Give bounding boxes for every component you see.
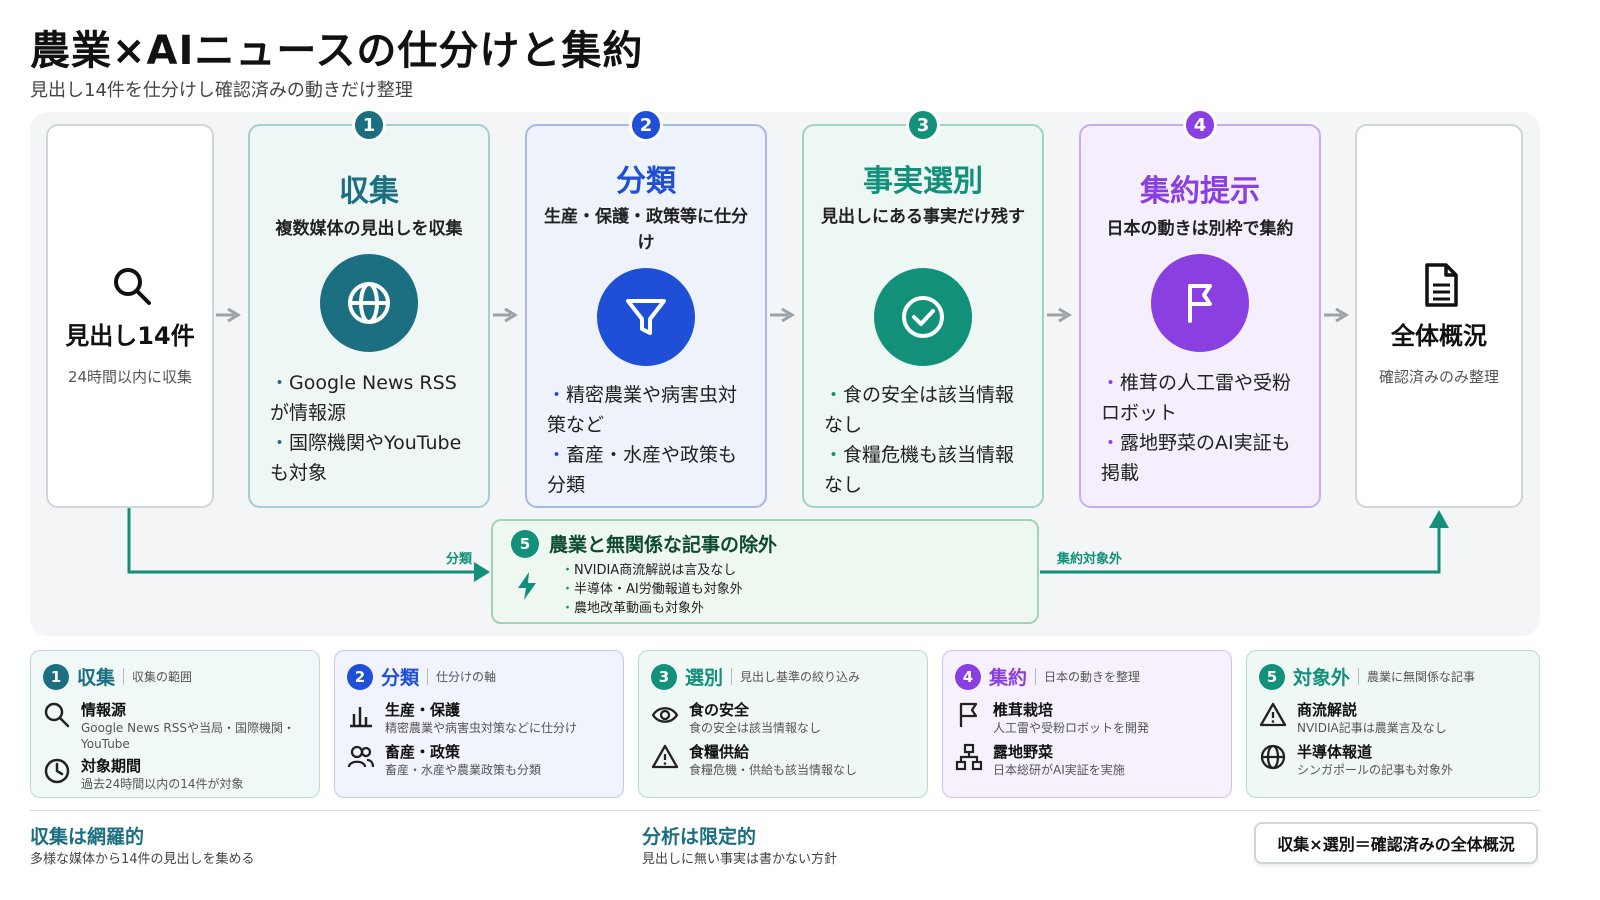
legend-card-select: 3 選別 見出し基準の絞り込み 食の安全 食の安全は該当情報なし 食糧供給 食糧危機・供…	[638, 650, 928, 798]
legend-number: 5	[1259, 663, 1285, 690]
list-item: ・半導体・AI労働報道も対象外	[561, 582, 743, 597]
legend-card-excluded: 5 対象外 農業に無関係な記事 商流解説 NVIDIA記事は農業言及なし 半導体報道シ…	[1246, 650, 1540, 798]
legend-title: 集約	[989, 667, 1028, 689]
exclusion-number: 5	[511, 530, 539, 558]
legend-subtitle: 見出し基準の絞り込み	[731, 668, 860, 685]
eye-icon	[651, 707, 679, 723]
exclusion-box: 5 農業と無関係な記事の除外 ・NVIDIA商流解説は言及なし ・半導体・AI労…	[491, 519, 1039, 624]
footer-left-subtitle: 多様な媒体から14件の見出しを集める	[30, 852, 255, 867]
legend-number: 2	[347, 663, 373, 690]
clock-icon	[44, 758, 70, 784]
legend-item: 露地野菜 日本総研がAI実証を実施	[955, 741, 1223, 778]
warning-icon	[651, 744, 679, 769]
legend-title: 収集	[77, 667, 116, 689]
legend-card-collect: 1 収集 収集の範囲 情報源 Google News RSSや当局・国際機関・YouT…	[30, 650, 320, 798]
globe-icon	[1260, 744, 1286, 770]
legend-item: 対象期間 過去24時間以内の14件が対象	[43, 755, 311, 792]
connector-label-excluded: 集約対象外	[1057, 552, 1123, 567]
legend-subtitle: 収集の範囲	[123, 668, 192, 685]
legend-subtitle: 仕分けの軸	[427, 668, 496, 685]
legend-title: 選別	[685, 667, 724, 689]
legend-subtitle: 農業に無関係な記事	[1358, 668, 1475, 685]
list-item: ・農地改革動画も対象外	[561, 601, 705, 616]
legend-item: 食糧供給 食糧危機・供給も該当情報なし	[651, 741, 919, 778]
legend-item: 食の安全 食の安全は該当情報なし	[651, 699, 919, 736]
legend-title: 対象外	[1293, 667, 1351, 689]
legend-item: 畜産・政策 畜産・水産や農業政策も分類	[347, 741, 615, 778]
footer-mid-subtitle: 見出しに無い事実は書かない方針	[642, 852, 838, 867]
list-item: ・NVIDIA商流解説は言及なし	[561, 563, 737, 578]
legend-item: 椎茸栽培 人工雷や受粉ロボットを開発	[955, 699, 1223, 736]
legend-item: 生産・保護 精密農業や病害虫対策などに仕分け	[347, 699, 615, 736]
users-icon	[347, 745, 375, 768]
legend-number: 1	[43, 663, 69, 690]
search-icon	[44, 702, 70, 728]
hierarchy-icon	[955, 743, 983, 771]
footer-mid-title: 分析は限定的	[642, 826, 757, 848]
exclusion-title: 農業と無関係な記事の除外	[549, 534, 778, 556]
legend-subtitle: 日本の動きを整理	[1035, 668, 1140, 685]
legend-item: 半導体報道 シンガポールの記事も対象外	[1259, 741, 1531, 778]
legend-item: 情報源 Google News RSSや当局・国際機関・YouTube	[43, 699, 311, 752]
legend-item: 商流解説 NVIDIA記事は農業言及なし	[1259, 699, 1531, 736]
bar-chart-icon	[350, 707, 372, 728]
footer-left-title: 収集は網羅的	[30, 826, 145, 848]
footer-divider	[30, 810, 1540, 811]
warning-icon	[1259, 702, 1287, 727]
exclusion-list: ・NVIDIA商流解説は言及なし ・半導体・AI労働報道も対象外 ・農地改革動画…	[561, 561, 743, 618]
legend-card-classify: 2 分類 仕分けの軸 生産・保護 精密農業や病害虫対策などに仕分け 畜産・政策 畜産・水…	[334, 650, 624, 798]
lightning-icon	[518, 572, 536, 600]
legend-number: 4	[955, 663, 981, 690]
legend-title: 分類	[381, 667, 420, 689]
legend-card-aggregate: 4 集約 日本の動きを整理 椎茸栽培 人工雷や受粉ロボットを開発 露地野菜 日本総研がA…	[942, 650, 1232, 798]
legend-number: 3	[651, 663, 677, 690]
connector-label-classify: 分類	[446, 552, 473, 567]
summary-badge: 収集×選別＝確認済みの全体概況	[1254, 822, 1538, 864]
flag-icon	[959, 702, 978, 727]
